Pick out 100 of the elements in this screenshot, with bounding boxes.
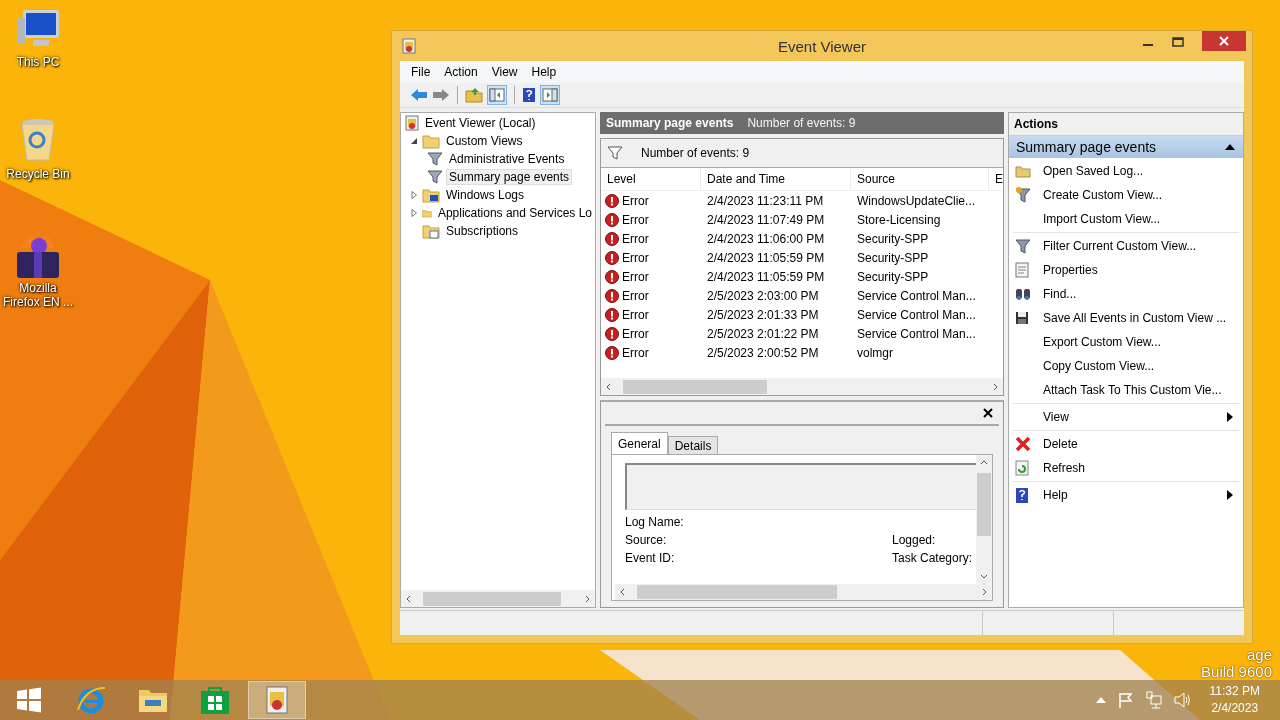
funnel-icon bbox=[427, 169, 443, 185]
menu-item[interactable]: Help bbox=[524, 65, 564, 79]
scroll-right-icon[interactable] bbox=[980, 588, 988, 596]
tab[interactable]: General bbox=[611, 432, 668, 454]
table-cell: Error bbox=[622, 269, 649, 284]
column-header[interactable]: Source bbox=[851, 168, 989, 190]
maximize-icon[interactable] bbox=[1172, 37, 1184, 47]
command-link[interactable]: Export Custom View... bbox=[1043, 335, 1233, 349]
close-icon[interactable] bbox=[983, 408, 993, 418]
table-cell-text: Security-SPP bbox=[856, 269, 930, 284]
expanded-arrow-icon[interactable] bbox=[409, 137, 419, 145]
funnel-icon bbox=[1015, 238, 1031, 254]
tree-item[interactable]: Applications and Services Lo bbox=[434, 205, 595, 221]
collapse-arrow-icon[interactable] bbox=[1225, 144, 1235, 150]
folder-icon[interactable] bbox=[465, 87, 483, 103]
delete-icon bbox=[1015, 436, 1031, 452]
horizontal-scrollbar[interactable] bbox=[601, 378, 1003, 395]
window-title: Event Viewer bbox=[776, 37, 868, 55]
vertical-scrollbar[interactable] bbox=[976, 455, 992, 584]
tree-item[interactable]: Windows Logs bbox=[443, 187, 528, 203]
tree-item[interactable]: Summary page events bbox=[446, 169, 573, 185]
field-label: Logged: bbox=[892, 534, 937, 547]
collapsed-arrow-icon[interactable] bbox=[409, 191, 419, 199]
table-cell: Error bbox=[622, 231, 649, 246]
menu-item[interactable]: View bbox=[484, 65, 525, 79]
event-count: Number of events: 9 bbox=[747, 116, 856, 130]
scroll-right-icon[interactable] bbox=[583, 594, 591, 603]
command-link[interactable]: Copy Custom View... bbox=[1043, 359, 1233, 373]
event-log-icon bbox=[402, 38, 416, 54]
table-cell-text: Security-SPP bbox=[856, 250, 930, 265]
command-link[interactable]: Delete bbox=[1043, 437, 1233, 451]
command-link[interactable]: Refresh bbox=[1043, 461, 1233, 475]
watermark-text: age bbox=[1246, 646, 1272, 663]
command-link[interactable]: Properties bbox=[1043, 263, 1233, 277]
column-header[interactable]: Level bbox=[601, 168, 701, 190]
tree-item[interactable]: Event Viewer (Local) bbox=[422, 115, 539, 131]
table-cell-text: 2/5/2023 2:03:00 PM bbox=[706, 288, 820, 303]
table-cell-text: Service Control Man... bbox=[856, 307, 977, 322]
command-link[interactable]: Create Custom View... bbox=[1043, 188, 1233, 202]
event-log-icon bbox=[405, 115, 419, 131]
network-icon[interactable] bbox=[1145, 691, 1162, 709]
menu-item[interactable]: File bbox=[404, 65, 438, 79]
shopping-bag-icon[interactable] bbox=[200, 685, 230, 715]
recycle-bin-icon[interactable] bbox=[18, 118, 58, 164]
collapsed-arrow-icon[interactable] bbox=[409, 209, 419, 217]
table-cell-text: Store-Licensing bbox=[856, 212, 942, 227]
flag-icon[interactable] bbox=[1117, 692, 1134, 708]
table-cell: Error bbox=[622, 193, 649, 208]
field-label: Task Category: bbox=[892, 552, 974, 565]
tree-item[interactable]: Subscriptions bbox=[443, 223, 522, 239]
scroll-down-icon[interactable] bbox=[980, 572, 988, 580]
error-icon bbox=[605, 326, 619, 341]
tab[interactable]: Details bbox=[667, 436, 719, 454]
table-cell: Error bbox=[622, 345, 649, 360]
command-link[interactable]: Import Custom View... bbox=[1043, 212, 1233, 226]
back-icon[interactable] bbox=[410, 88, 428, 102]
forward-icon[interactable] bbox=[432, 88, 450, 102]
table-cell-text: 2/4/2023 11:23:11 PM bbox=[706, 193, 825, 208]
browser-icon[interactable] bbox=[75, 684, 107, 716]
menu-item[interactable]: Action bbox=[437, 65, 485, 79]
error-icon bbox=[605, 193, 619, 208]
clock-time: 11:32 PM bbox=[1209, 683, 1260, 700]
command-link[interactable]: Filter Current Custom View... bbox=[1043, 239, 1233, 253]
folder-icon bbox=[1015, 164, 1031, 178]
scroll-left-icon[interactable] bbox=[405, 594, 413, 603]
tree-item[interactable]: Administrative Events bbox=[446, 151, 568, 167]
error-icon bbox=[605, 269, 619, 284]
scroll-left-icon[interactable] bbox=[605, 382, 613, 391]
start-icon[interactable] bbox=[16, 687, 42, 713]
scroll-up-icon[interactable] bbox=[980, 459, 988, 467]
tree-item[interactable]: Custom Views bbox=[443, 133, 526, 149]
horizontal-scrollbar[interactable] bbox=[615, 584, 992, 600]
show-hidden-icons-icon[interactable] bbox=[1095, 697, 1106, 703]
command-link[interactable]: Save All Events in Custom View ... bbox=[1043, 311, 1233, 325]
close-button[interactable] bbox=[1202, 31, 1246, 51]
event-log-icon[interactable] bbox=[266, 686, 288, 714]
command-link[interactable]: Attach Task To This Custom Vie... bbox=[1043, 383, 1233, 397]
column-header[interactable]: E bbox=[989, 168, 1003, 190]
column-header[interactable]: Date and Time bbox=[701, 168, 851, 190]
command-link[interactable]: Find... bbox=[1043, 287, 1233, 301]
horizontal-scrollbar[interactable] bbox=[401, 590, 595, 607]
filter-summary: Number of events: 9 bbox=[641, 146, 750, 160]
command-link[interactable]: View bbox=[1043, 410, 1227, 424]
speaker-icon[interactable] bbox=[1173, 692, 1192, 708]
scroll-left-icon[interactable] bbox=[619, 588, 627, 596]
table-cell: Error bbox=[622, 250, 649, 265]
folder-icon bbox=[422, 223, 440, 239]
show-tree-button[interactable] bbox=[487, 85, 507, 105]
command-link[interactable]: Open Saved Log... bbox=[1043, 164, 1233, 178]
actions-section-header[interactable]: Summary page events bbox=[1009, 136, 1243, 158]
taskbar-app-button[interactable] bbox=[248, 681, 306, 719]
table-cell-text: 2/5/2023 2:00:52 PM bbox=[706, 345, 820, 360]
table-cell-text: 2/5/2023 2:01:22 PM bbox=[706, 326, 820, 341]
show-actions-button[interactable] bbox=[540, 85, 560, 105]
scroll-right-icon[interactable] bbox=[991, 382, 999, 391]
command-link[interactable]: Help bbox=[1043, 488, 1227, 502]
view-title: Summary page events bbox=[606, 116, 734, 130]
field-label: Source: bbox=[625, 534, 668, 547]
help-icon[interactable] bbox=[522, 87, 536, 103]
folder-icon bbox=[422, 133, 440, 149]
